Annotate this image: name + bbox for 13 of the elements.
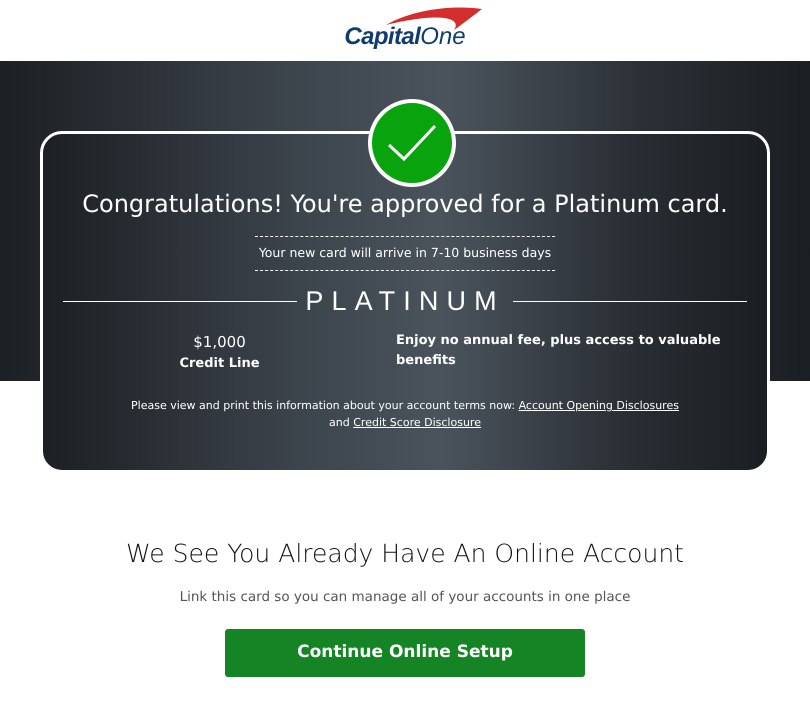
continue-button[interactable]: Continue Online Setup bbox=[225, 628, 585, 677]
section-heading: We See You Already Have An Online Account bbox=[126, 538, 684, 570]
disclosure-link[interactable]: Credit Score Disclosure bbox=[353, 416, 481, 430]
credit-amount: $1,000 bbox=[193, 332, 246, 354]
card-name: PLATINUM bbox=[304, 284, 506, 318]
section-subtext: Link this card so you can manage all of your accounts in one place bbox=[180, 588, 630, 606]
arrival-note: Your new card will arrive in 7-10 business days bbox=[258, 244, 552, 262]
benefit-text: Enjoy no annual fee, plus access to valuable benefits bbox=[396, 332, 722, 370]
logo: CapitalOne bbox=[344, 6, 466, 54]
approval-headline: Congratulations! You're approved for a Platinum card. bbox=[82, 189, 728, 220]
disclosure-text: Please view and print this information about your account terms now: Account Opening Disclosures and Credit Score Disclosure bbox=[130, 398, 680, 432]
credit-label: Credit Line bbox=[179, 354, 260, 373]
disclosure-link[interactable]: Account Opening Disclosures bbox=[518, 399, 679, 412]
